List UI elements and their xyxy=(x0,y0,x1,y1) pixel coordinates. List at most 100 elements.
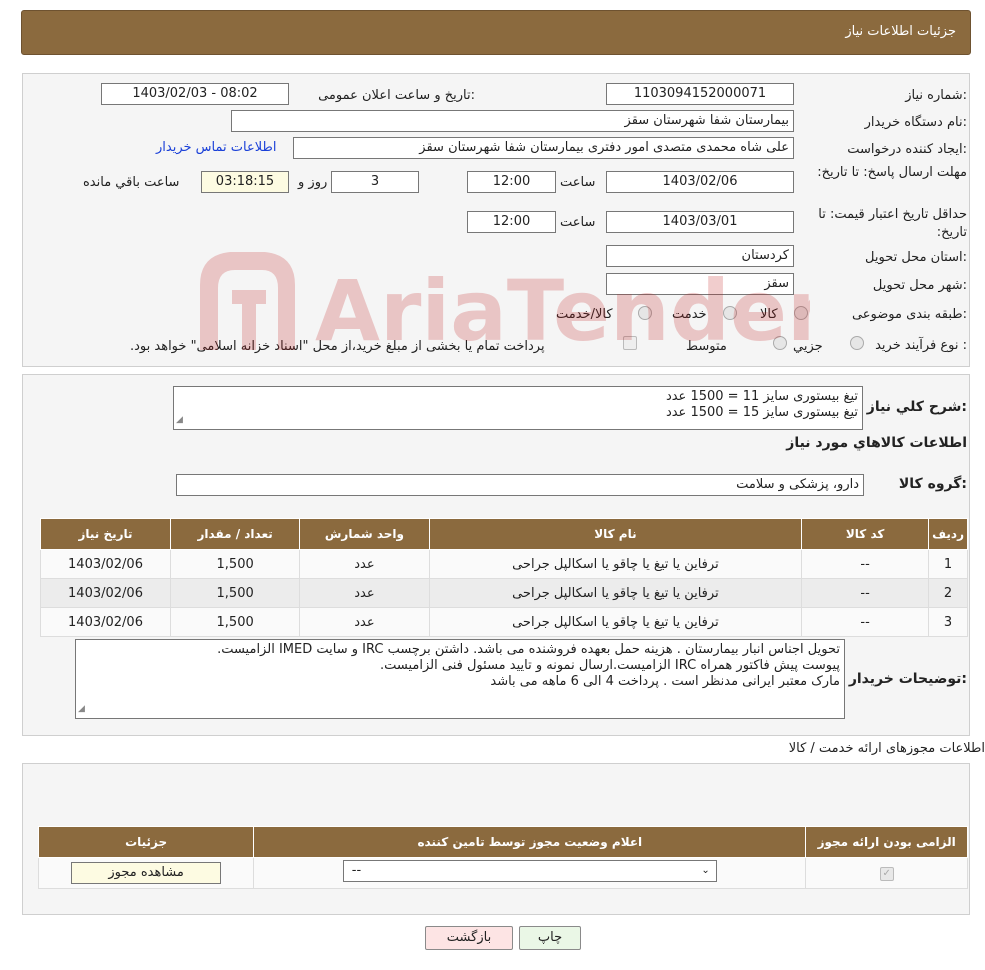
summary-label: شرح كلي نياز: xyxy=(866,399,967,415)
requester-field: علی شاه محمدی متصدی امور دفتری بیمارستان… xyxy=(293,137,794,159)
days-field: 3 xyxy=(331,171,419,193)
col-date: تاریخ نیاز xyxy=(39,518,172,550)
cell-qty: 1,500 xyxy=(170,578,301,608)
cell-code: -- xyxy=(801,578,930,608)
col-qty: تعداد / مقدار xyxy=(170,518,301,550)
validity-date-field: 1403/03/01 xyxy=(606,211,794,233)
permit-status-select[interactable]: -- ⌄ xyxy=(342,860,717,882)
province-label: استان محل تحویل: xyxy=(865,250,967,265)
remaining-time-field: 03:18:15 xyxy=(201,171,289,193)
city-field: سقز xyxy=(606,273,794,295)
province-field: کردستان xyxy=(606,245,794,267)
summary-textarea[interactable]: تیغ بیستوری سایز 11 = 1500 عدد تیغ بیستو… xyxy=(173,386,863,430)
table-row: 3 -- ترفاین یا تیغ یا چاقو یا اسکالپل جر… xyxy=(39,607,968,637)
goods-info-title: اطلاعات كالاهاي مورد نياز xyxy=(786,435,967,451)
cell-permit-required: ✓ xyxy=(805,857,968,889)
buyer-contact-link[interactable]: اطلاعات تماس خریدار xyxy=(156,140,276,155)
permit-status-value: -- xyxy=(351,863,362,878)
deadline-time-field: 12:00 xyxy=(467,171,556,193)
validity-label: حداقل تاریخ اعتبار قیمت: تا تاریخ: xyxy=(818,207,967,240)
table-row: 2 -- ترفاین یا تیغ یا چاقو یا اسکالپل جر… xyxy=(39,578,968,608)
buyer-notes-label: توضیحات خریدار: xyxy=(848,671,967,687)
cell-qty: 1,500 xyxy=(170,549,301,579)
cell-permit-details: مشاهده مجوز xyxy=(37,857,255,889)
buyer-notes-textarea[interactable]: تحویل اجناس انبار بیمارستان . هزینه حمل … xyxy=(75,639,845,719)
col-unit: واحد شمارش xyxy=(299,518,430,550)
city-label: شهر محل تحویل: xyxy=(872,278,967,293)
process-note: پرداخت تمام یا بخشی از مبلغ خرید،از محل … xyxy=(130,339,545,354)
cell-unit: عدد xyxy=(299,578,430,608)
category-radio-service[interactable] xyxy=(723,306,737,320)
cell-date: 1403/02/06 xyxy=(39,607,172,637)
deadline-time-label: ساعت xyxy=(560,175,596,190)
cell-name: ترفاین یا تیغ یا چاقو یا اسکالپل جراحی xyxy=(428,607,803,637)
category-radio-goods-service[interactable] xyxy=(638,306,652,320)
process-option-minor: جزیي xyxy=(793,339,823,354)
goods-table: ردیف کد کالا نام کالا واحد شمارش تعداد /… xyxy=(39,518,968,637)
deadline-date-field: 1403/02/06 xyxy=(606,171,794,193)
cell-name: ترفاین یا تیغ یا چاقو یا اسکالپل جراحی xyxy=(428,578,803,608)
process-radio-minor[interactable] xyxy=(850,336,864,350)
chevron-down-icon: ⌄ xyxy=(701,865,710,876)
buyer-notes-line-3: مارک معتبر ایرانی مدنظر است . پرداخت 4 ا… xyxy=(490,674,840,689)
need-number-label: شماره نیاز: xyxy=(905,88,967,103)
days-label: روز و xyxy=(298,175,328,190)
category-option-goods: کالا xyxy=(760,307,778,322)
col-permit-required: الزامی بودن ارائه مجوز xyxy=(805,826,968,858)
cell-unit: عدد xyxy=(299,607,430,637)
goods-group-field: دارو، پزشکی و سلامت xyxy=(176,474,864,496)
page-title: جزئیات اطلاعات نیاز xyxy=(845,24,956,39)
buyer-org-field: بیمارستان شفا شهرستان سقز xyxy=(231,110,794,132)
page-header: جزئیات اطلاعات نیاز xyxy=(21,10,971,55)
cell-unit: عدد xyxy=(299,549,430,579)
resize-handle-icon[interactable]: ◢ xyxy=(176,412,183,428)
remaining-label: ساعت باقي مانده xyxy=(83,175,180,190)
announce-label: تاریخ و ساعت اعلان عمومی: xyxy=(318,88,475,103)
cell-row: 3 xyxy=(928,607,968,637)
summary-line-1: تیغ بیستوری سایز 11 = 1500 عدد xyxy=(665,389,858,404)
requester-label: ایجاد کننده درخواست: xyxy=(847,142,967,157)
cell-date: 1403/02/06 xyxy=(39,578,172,608)
category-radio-goods[interactable] xyxy=(794,306,808,320)
col-name: نام کالا xyxy=(428,518,803,550)
process-option-medium: متوسط xyxy=(686,339,727,354)
category-label: طبقه بندی موضوعی: xyxy=(851,307,967,322)
col-permit-status: اعلام وضعیت مجوز توسط تامین کننده xyxy=(253,826,807,858)
permits-table-header: الزامی بودن ارائه مجوز اعلام وضعیت مجوز … xyxy=(37,826,968,858)
resize-handle-icon[interactable]: ◢ xyxy=(78,701,85,717)
treasury-checkbox[interactable] xyxy=(623,336,637,350)
category-option-goods-service: کالا/خدمت xyxy=(556,307,613,322)
back-button[interactable]: بازگشت xyxy=(425,926,513,950)
print-button[interactable]: چاپ xyxy=(519,926,581,950)
table-row: ✓ -- ⌄ مشاهده مجوز xyxy=(37,857,968,889)
validity-time-field: 12:00 xyxy=(467,211,556,233)
announce-field: 1403/02/03 - 08:02 xyxy=(101,83,289,105)
table-row: 1 -- ترفاین یا تیغ یا چاقو یا اسکالپل جر… xyxy=(39,549,968,579)
cell-date: 1403/02/06 xyxy=(39,549,172,579)
cell-row: 1 xyxy=(928,549,968,579)
cell-qty: 1,500 xyxy=(170,607,301,637)
view-permit-button[interactable]: مشاهده مجوز xyxy=(71,862,222,884)
cell-permit-status: -- ⌄ xyxy=(253,857,807,889)
cell-row: 2 xyxy=(928,578,968,608)
summary-line-2: تیغ بیستوری سایز 15 = 1500 عدد xyxy=(665,405,858,420)
col-permit-details: جزئیات xyxy=(37,826,255,858)
permits-table: الزامی بودن ارائه مجوز اعلام وضعیت مجوز … xyxy=(37,826,968,889)
buyer-org-label: نام دستگاه خریدار: xyxy=(864,115,967,130)
cell-code: -- xyxy=(801,607,930,637)
buyer-notes-line-2: پیوست پیش فاکتور همراه IRC الزامیست.ارسا… xyxy=(380,658,840,673)
goods-table-header: ردیف کد کالا نام کالا واحد شمارش تعداد /… xyxy=(39,518,968,550)
permit-required-checkbox: ✓ xyxy=(879,867,894,881)
permits-title: اطلاعات مجوزهای ارائه خدمت / کالا xyxy=(788,741,985,756)
deadline-label: مهلت ارسال پاسخ: تا تاریخ: xyxy=(817,165,967,180)
category-option-service: خدمت xyxy=(672,307,707,322)
process-label: نوع فرآیند خرید : xyxy=(875,338,967,353)
cell-code: -- xyxy=(801,549,930,579)
validity-time-label: ساعت xyxy=(560,215,596,230)
goods-group-label: گروه کالا: xyxy=(898,476,967,492)
buyer-notes-line-1: تحویل اجناس انبار بیمارستان . هزینه حمل … xyxy=(217,642,840,657)
col-row: ردیف xyxy=(928,518,968,550)
cell-name: ترفاین یا تیغ یا چاقو یا اسکالپل جراحی xyxy=(428,549,803,579)
process-radio-medium[interactable] xyxy=(773,336,787,350)
need-number-field: 1103094152000071 xyxy=(606,83,794,105)
